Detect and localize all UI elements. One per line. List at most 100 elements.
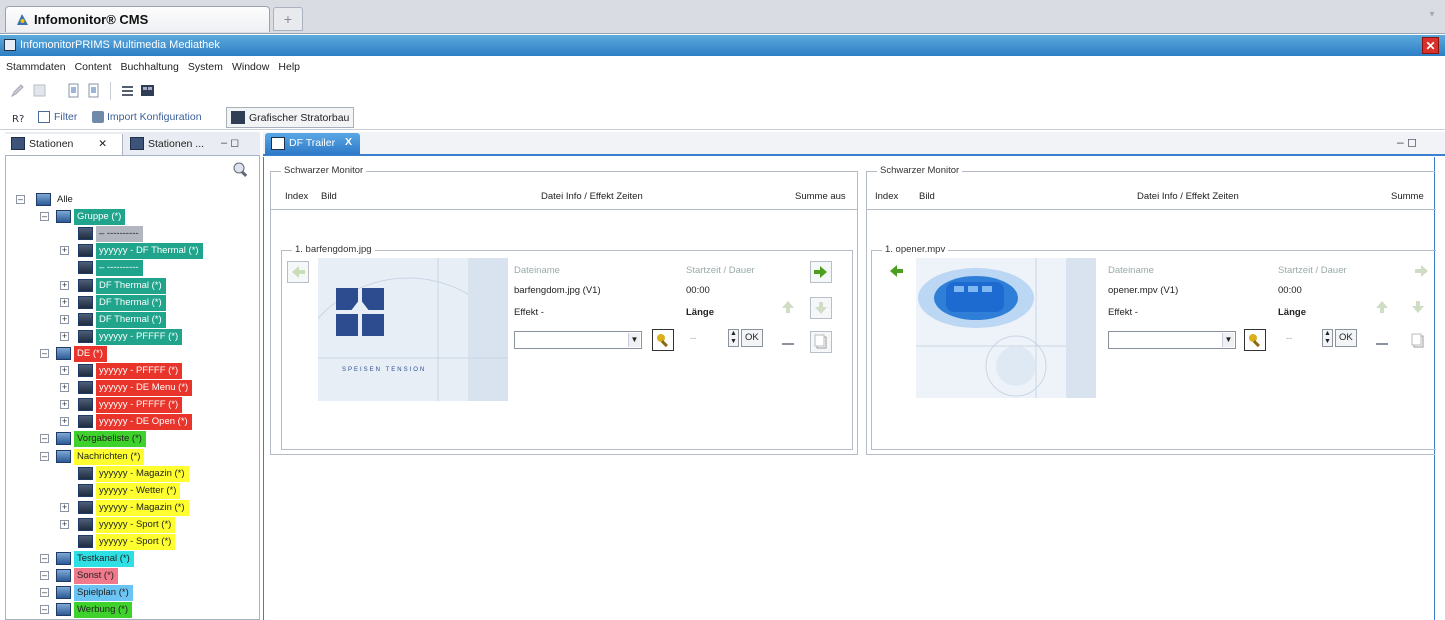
minimize-maximize-controls[interactable]: – ◻ bbox=[221, 136, 239, 149]
page-icon[interactable] bbox=[86, 83, 101, 98]
remove-icon[interactable] bbox=[1376, 343, 1388, 345]
media-thumbnail[interactable] bbox=[916, 258, 1096, 398]
length-spinner[interactable]: ▲ ▼ bbox=[728, 329, 739, 347]
expand-toggle-icon[interactable]: + bbox=[60, 400, 69, 409]
page-icon[interactable] bbox=[66, 83, 81, 98]
move-left-button[interactable] bbox=[886, 261, 908, 283]
tree-item[interactable]: DE (*) bbox=[74, 346, 107, 362]
move-left-button[interactable] bbox=[287, 261, 309, 283]
menu-help[interactable]: Help bbox=[278, 59, 300, 73]
expand-toggle-icon[interactable]: + bbox=[60, 281, 69, 290]
move-up-button[interactable] bbox=[1372, 297, 1394, 319]
expand-toggle-icon[interactable]: – bbox=[40, 571, 49, 580]
tab-close-icon[interactable]: X bbox=[345, 136, 352, 148]
move-down-button[interactable] bbox=[810, 297, 832, 319]
tree-item[interactable]: Alle bbox=[54, 192, 77, 208]
tree-item[interactable]: Vorgabeliste (*) bbox=[74, 431, 146, 447]
browser-tab[interactable]: Infomonitor® CMS bbox=[5, 6, 270, 32]
effect-edit-button[interactable] bbox=[652, 329, 674, 351]
start-time-value: 00:00 bbox=[686, 285, 710, 296]
expand-toggle-icon[interactable]: – bbox=[16, 195, 25, 204]
effect-value: Effekt - bbox=[514, 307, 544, 318]
tree-item[interactable]: Testkanal (*) bbox=[74, 551, 134, 567]
tab-close-icon[interactable]: ✕ bbox=[98, 138, 107, 150]
ok-button[interactable]: OK bbox=[741, 329, 763, 347]
expand-toggle-icon[interactable]: + bbox=[60, 315, 69, 324]
move-up-button[interactable] bbox=[778, 297, 800, 319]
tree-item[interactable]: Gruppe (*) bbox=[74, 209, 126, 225]
perspective-selected[interactable]: Grafischer Stratorbau bbox=[226, 107, 354, 128]
monitor-2-header-image: Bild bbox=[919, 191, 935, 202]
tree-item[interactable]: yyyyyy - PFFFF (*) bbox=[96, 363, 183, 379]
menu-stammdaten[interactable]: Stammdaten bbox=[6, 59, 66, 73]
ok-button[interactable]: OK bbox=[1335, 329, 1357, 347]
tree-item[interactable]: – ---------- bbox=[96, 226, 143, 242]
expand-toggle-icon[interactable]: + bbox=[60, 417, 69, 426]
expand-toggle-icon[interactable]: + bbox=[60, 366, 69, 375]
copy-button[interactable] bbox=[1408, 331, 1430, 353]
tree-item[interactable]: yyyyyy - DE Menu (*) bbox=[96, 380, 193, 396]
expand-toggle-icon[interactable]: – bbox=[40, 434, 49, 443]
new-tab-button[interactable]: + bbox=[273, 7, 303, 31]
film-icon[interactable] bbox=[140, 83, 155, 98]
tree-item[interactable]: yyyyyy - Magazin (*) bbox=[96, 466, 189, 482]
disk-icon[interactable] bbox=[32, 83, 47, 98]
tree-item[interactable]: Sonst (*) bbox=[74, 568, 118, 584]
tree-item[interactable]: yyyyyy - Sport (*) bbox=[96, 534, 176, 550]
window-close-button[interactable]: ✕ bbox=[1422, 37, 1439, 54]
copy-button[interactable] bbox=[810, 331, 832, 353]
effect-select[interactable]: ▼ bbox=[514, 331, 642, 349]
perspective-import-config[interactable]: Import Konfiguration bbox=[107, 111, 202, 123]
tree-item[interactable]: DF Thermal (*) bbox=[96, 278, 166, 294]
expand-toggle-icon[interactable]: + bbox=[60, 332, 69, 341]
expand-toggle-icon[interactable]: – bbox=[40, 452, 49, 461]
pencil-icon[interactable] bbox=[10, 83, 25, 98]
tree-item[interactable]: Werbung (*) bbox=[74, 602, 133, 618]
effect-select[interactable]: ▼ bbox=[1108, 331, 1236, 349]
tree-item[interactable]: yyyyyy - PFFFF (*) bbox=[96, 397, 183, 413]
expand-toggle-icon[interactable]: – bbox=[40, 605, 49, 614]
expand-toggle-icon[interactable]: + bbox=[60, 520, 69, 529]
expand-toggle-icon[interactable]: – bbox=[40, 588, 49, 597]
tree-item[interactable]: DF Thermal (*) bbox=[96, 295, 166, 311]
tree-item[interactable]: Spielplan (*) bbox=[74, 585, 133, 601]
remove-icon[interactable] bbox=[782, 343, 794, 345]
tab-df-trailer[interactable]: DF Trailer X bbox=[265, 133, 360, 155]
tree-item[interactable]: yyyyyy - Sport (*) bbox=[96, 517, 176, 533]
menu-content[interactable]: Content bbox=[75, 59, 112, 73]
tree-item[interactable]: yyyyyy - DF Thermal (*) bbox=[96, 243, 203, 259]
expand-toggle-icon[interactable]: – bbox=[40, 554, 49, 563]
expand-toggle-icon[interactable]: + bbox=[60, 298, 69, 307]
perspective-icon[interactable]: R? bbox=[12, 111, 26, 125]
expand-toggle-icon[interactable]: – bbox=[40, 212, 49, 221]
tree-item[interactable]: DF Thermal (*) bbox=[96, 312, 166, 328]
tree-item[interactable]: yyyyyy - Wetter (*) bbox=[96, 483, 181, 499]
move-down-button[interactable] bbox=[1408, 297, 1430, 319]
perspective-filter[interactable]: Filter bbox=[54, 111, 77, 123]
length-spinner[interactable]: ▲ ▼ bbox=[1322, 329, 1333, 347]
expand-toggle-icon[interactable]: + bbox=[60, 383, 69, 392]
tree-item[interactable]: yyyyyy - PFFFF (*) bbox=[96, 329, 183, 345]
tab-stationen-2[interactable]: Stationen ... bbox=[124, 134, 214, 155]
effect-edit-button[interactable] bbox=[1244, 329, 1266, 351]
tree-item[interactable]: yyyyyy - Magazin (*) bbox=[96, 500, 189, 516]
folder-icon bbox=[56, 210, 71, 223]
move-right-button[interactable] bbox=[810, 261, 832, 283]
menu-system[interactable]: System bbox=[188, 59, 223, 73]
move-right-button[interactable] bbox=[1412, 261, 1434, 283]
expand-toggle-icon[interactable]: – bbox=[40, 349, 49, 358]
menu-buchhaltung[interactable]: Buchhaltung bbox=[120, 59, 178, 73]
expand-toggle-icon[interactable]: + bbox=[60, 503, 69, 512]
media-thumbnail[interactable] bbox=[318, 258, 508, 401]
menu-window[interactable]: Window bbox=[232, 59, 269, 73]
editor-minmax-controls[interactable]: – ◻ bbox=[1397, 135, 1437, 151]
tree-item[interactable]: – ---------- bbox=[96, 260, 143, 276]
expand-toggle-icon[interactable]: + bbox=[60, 246, 69, 255]
length-dash: -- bbox=[1286, 333, 1293, 344]
tab-stationen[interactable]: Stationen ✕ bbox=[5, 134, 123, 155]
tree-item[interactable]: yyyyyy - DE Open (*) bbox=[96, 414, 192, 430]
tree-item[interactable]: Nachrichten (*) bbox=[74, 449, 145, 465]
tab-scroll-icon[interactable]: ▾ bbox=[1424, 9, 1440, 29]
list-icon[interactable] bbox=[120, 83, 135, 98]
tree-search-icon[interactable] bbox=[232, 161, 250, 177]
